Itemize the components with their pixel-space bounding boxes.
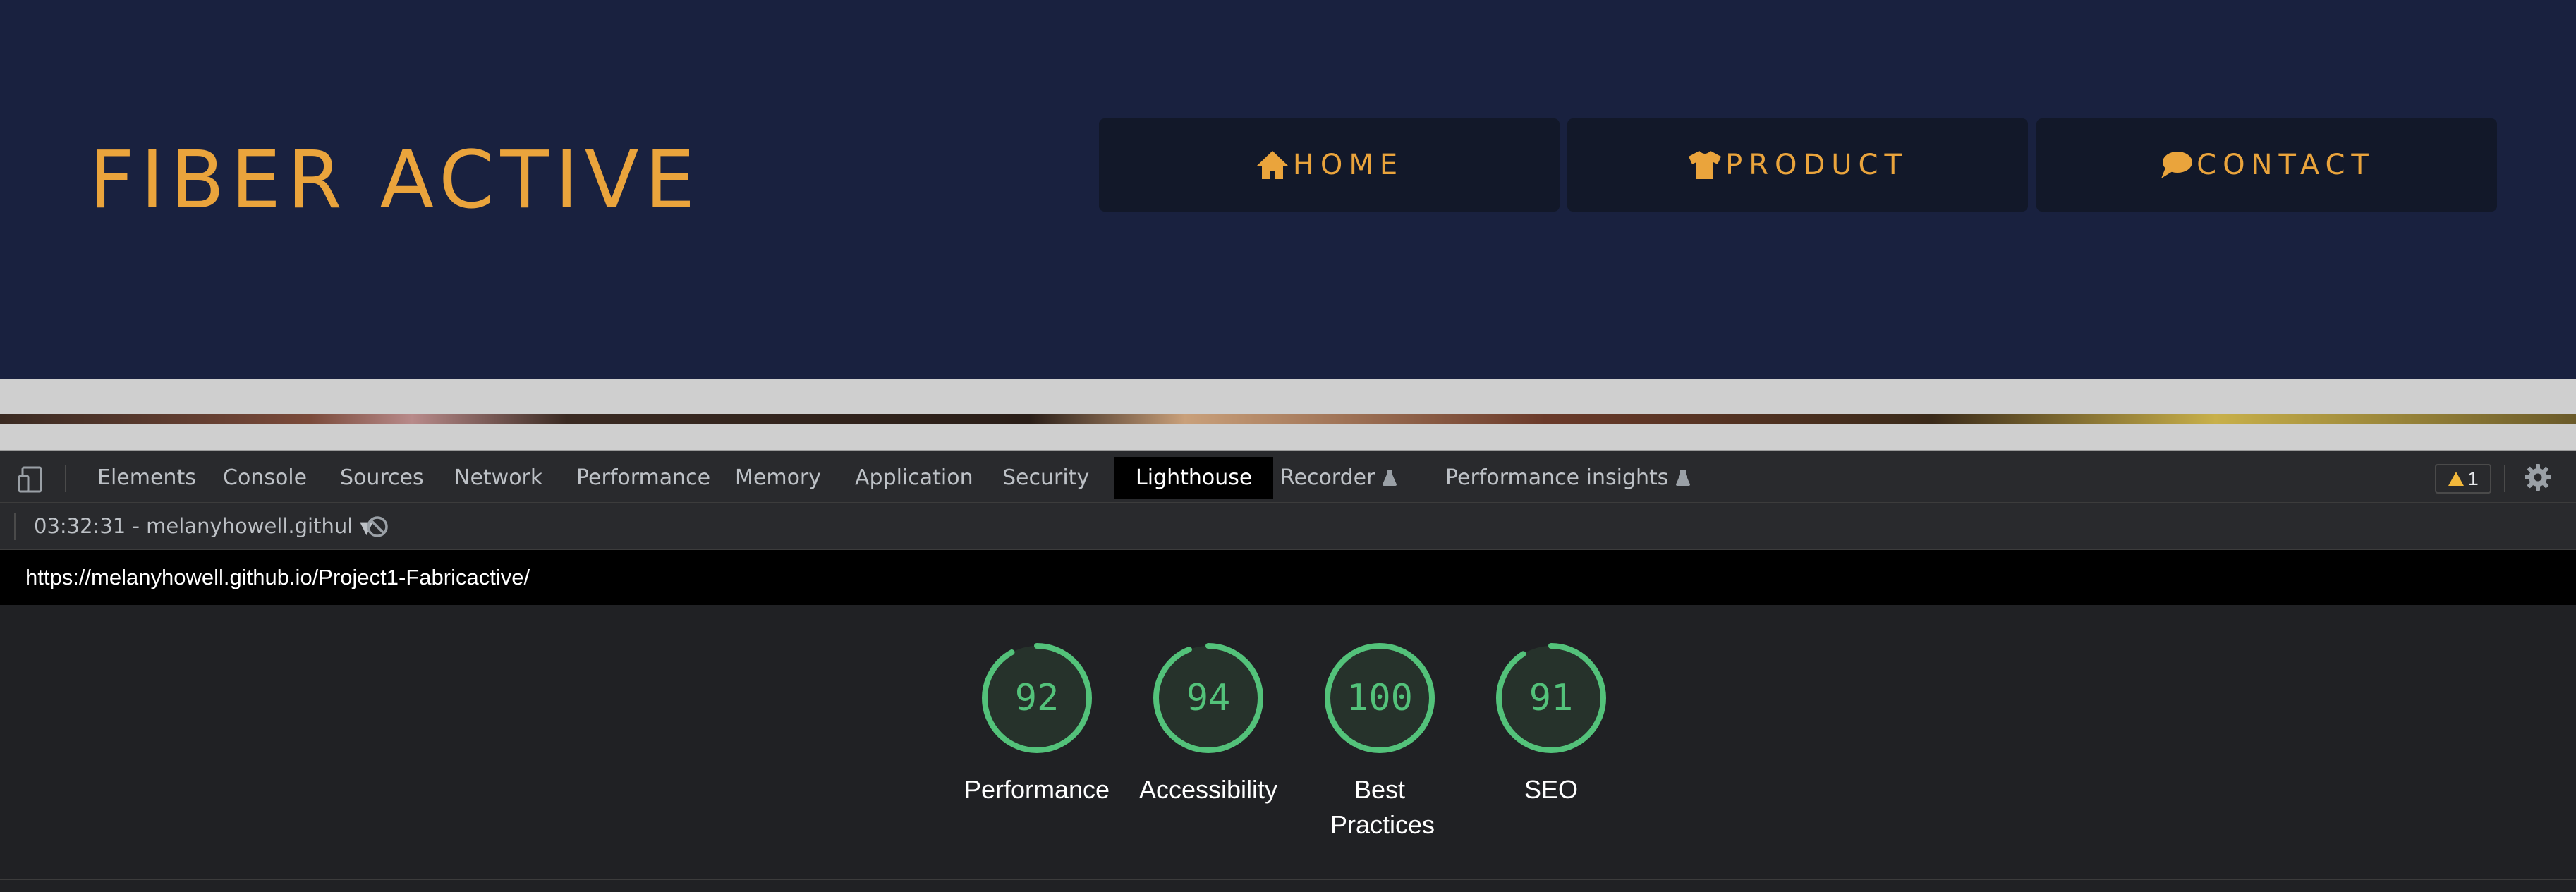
hero-image-strip xyxy=(0,414,2576,424)
warning-icon xyxy=(2448,472,2465,486)
tab-network[interactable]: Network xyxy=(454,457,542,499)
tab-security[interactable]: Security xyxy=(1002,457,1089,499)
nav-contact-label: CONTACT xyxy=(2197,149,2375,181)
divider xyxy=(0,879,2576,880)
tab-performance[interactable]: Performance xyxy=(576,457,710,499)
tab-console[interactable]: Console xyxy=(223,457,307,499)
tab-memory[interactable]: Memory xyxy=(735,457,821,499)
tab-performance-insights-label: Performance insights xyxy=(1445,465,1669,490)
report-url[interactable]: https://melanyhowell.github.io/Project1-… xyxy=(25,564,530,591)
performance-score: 92 xyxy=(1014,677,1059,719)
tabbar-separator xyxy=(65,465,66,492)
report-select-value: 03:32:31 - melanyhowell.githul xyxy=(34,514,353,538)
tab-performance-insights[interactable]: Performance insights xyxy=(1445,457,1691,499)
performance-label: Performance xyxy=(964,775,1110,804)
devtools-tabbar: Elements Console Sources Network Perform… xyxy=(0,451,2576,503)
nav-contact-button[interactable]: CONTACT xyxy=(2036,118,2497,212)
issues-badge[interactable]: 1 xyxy=(2435,464,2491,494)
clear-report-icon[interactable] xyxy=(365,515,389,539)
tab-lighthouse[interactable]: Lighthouse xyxy=(1114,457,1274,499)
tab-recorder[interactable]: Recorder xyxy=(1280,457,1397,499)
issues-count: 1 xyxy=(2467,468,2479,489)
report-select[interactable]: 03:32:31 - melanyhowell.githul ▼ xyxy=(34,512,373,540)
home-icon xyxy=(1256,151,1288,179)
best-practices-score: 100 xyxy=(1347,677,1413,719)
page-divider xyxy=(0,379,2576,414)
nav-home-label: HOME xyxy=(1292,149,1404,181)
tab-elements[interactable]: Elements xyxy=(97,457,196,499)
site-logo[interactable]: FIBER ACTIVE xyxy=(89,131,701,230)
nav-product-label: PRODUCT xyxy=(1725,149,1908,181)
seo-label: SEO xyxy=(1524,775,1579,804)
tab-sources[interactable]: Sources xyxy=(340,457,424,499)
report-url-bar: https://melanyhowell.github.io/Project1-… xyxy=(0,550,2576,605)
tab-recorder-label: Recorder xyxy=(1280,465,1375,490)
lighthouse-toolbar: 03:32:31 - melanyhowell.githul ▼ xyxy=(0,503,2576,550)
tshirt-icon xyxy=(1689,151,1722,179)
tab-application[interactable]: Application xyxy=(855,457,973,499)
experiment-flask-icon xyxy=(1676,470,1691,486)
device-toolbar-icon[interactable] xyxy=(17,466,44,493)
seo-score: 91 xyxy=(1529,677,1574,719)
devtools-panel: Elements Console Sources Network Perform… xyxy=(0,451,2576,892)
toolbar-separator xyxy=(14,513,16,540)
website-header: FIBER ACTIVE HOME PRODUCT CONTACT xyxy=(0,0,2576,379)
best-practices-label: Best Practices xyxy=(1330,775,1435,839)
experiment-flask-icon xyxy=(1383,470,1397,486)
tabbar-separator xyxy=(2504,465,2505,492)
devtools-resize-handle[interactable] xyxy=(0,424,2576,451)
nav-product-button[interactable]: PRODUCT xyxy=(1567,118,2028,212)
settings-gear-icon[interactable] xyxy=(2524,463,2552,491)
accessibility-label: Accessibility xyxy=(1138,775,1278,804)
nav-home-button[interactable]: HOME xyxy=(1099,118,1560,212)
accessibility-score: 94 xyxy=(1186,677,1231,719)
comment-icon xyxy=(2161,152,2193,178)
